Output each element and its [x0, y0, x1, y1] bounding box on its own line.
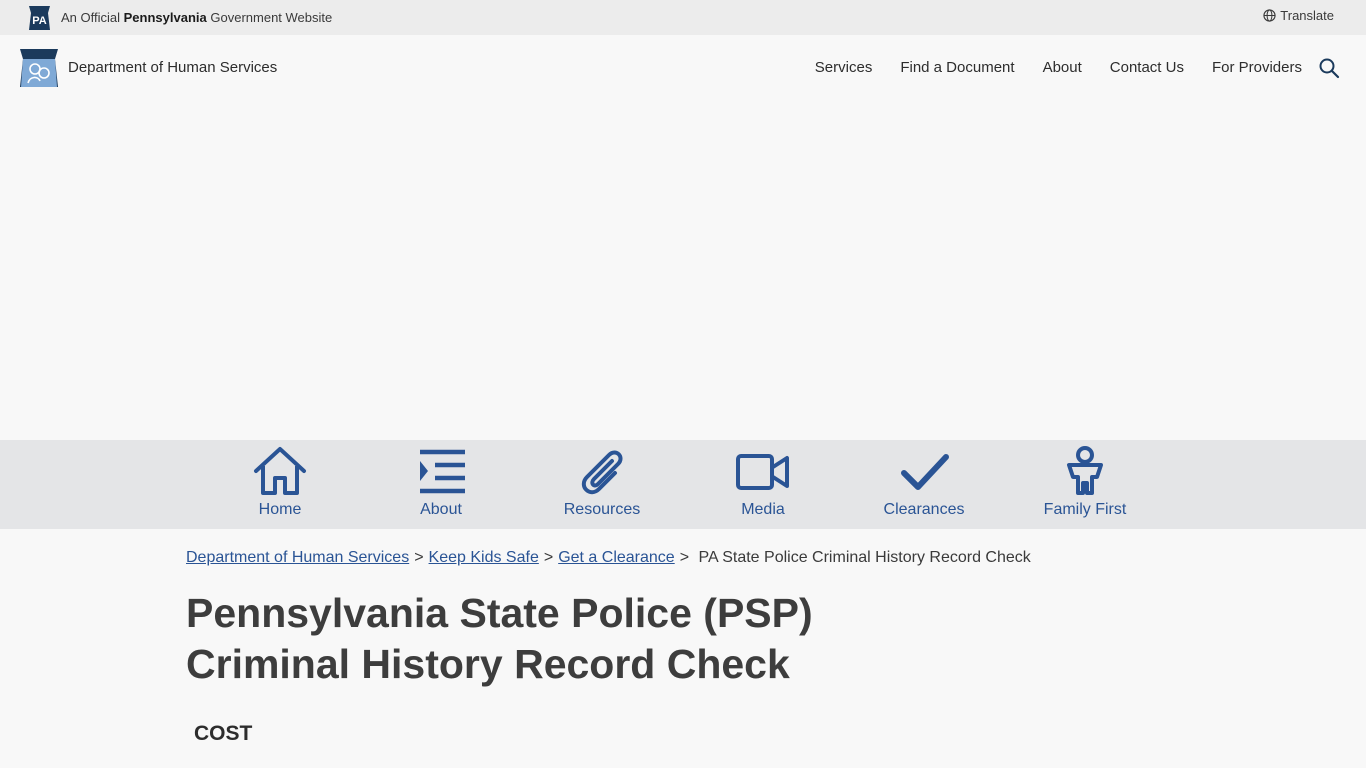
- official-site-bar: PA An Official Pennsylvania Government W…: [0, 0, 1366, 35]
- quicklink-label: About: [420, 501, 462, 518]
- nav-services[interactable]: Services: [815, 59, 873, 76]
- list-icon: [420, 449, 465, 494]
- breadcrumb-separator: >: [679, 549, 690, 566]
- site-name[interactable]: Department of Human Services: [68, 59, 277, 76]
- main-nav: Services Find a Document About Contact U…: [815, 59, 1302, 76]
- quicklink-resources[interactable]: Resources: [532, 440, 672, 529]
- site-header: Department of Human Services Services Fi…: [0, 35, 1366, 101]
- breadcrumb-separator: >: [414, 549, 424, 566]
- quicklink-label: Family First: [1043, 501, 1127, 518]
- quicklink-home[interactable]: Home: [210, 440, 350, 529]
- dhs-logo-icon[interactable]: [18, 47, 60, 89]
- quicklink-label: Home: [258, 501, 302, 518]
- nav-contact-us[interactable]: Contact Us: [1110, 59, 1184, 76]
- quicklink-label: Resources: [563, 501, 641, 518]
- globe-icon: [1263, 9, 1276, 22]
- breadcrumb-link-keep-kids-safe[interactable]: Keep Kids Safe: [429, 549, 539, 566]
- breadcrumb-separator: >: [543, 549, 554, 566]
- person-icon: [1067, 446, 1103, 495]
- video-camera-icon: [736, 454, 789, 490]
- breadcrumb-link-get-a-clearance[interactable]: Get a Clearance: [558, 549, 675, 566]
- quicklink-label: Media: [741, 501, 785, 518]
- quicklink-about[interactable]: About: [371, 440, 511, 529]
- checkmark-icon: [901, 454, 949, 490]
- official-website-text: An Official Pennsylvania Government Webs…: [61, 10, 332, 25]
- nav-about[interactable]: About: [1043, 59, 1082, 76]
- section-heading-cost: COST: [194, 722, 253, 745]
- page-title-line1: Pennsylvania State Police (PSP): [186, 590, 813, 636]
- home-icon: [254, 447, 306, 495]
- quicklink-family-first[interactable]: Family First: [1015, 440, 1155, 529]
- breadcrumb-link-dhs[interactable]: Department of Human Services: [186, 549, 409, 566]
- nav-for-providers[interactable]: For Providers: [1212, 59, 1302, 76]
- translate-label: Translate: [1280, 8, 1334, 23]
- breadcrumb-current: PA State Police Criminal History Record …: [698, 549, 1031, 566]
- official-prefix: An Official: [61, 10, 121, 25]
- nav-find-a-document[interactable]: Find a Document: [900, 59, 1014, 76]
- quicklink-clearances[interactable]: Clearances: [854, 440, 994, 529]
- svg-text:PA: PA: [32, 15, 47, 27]
- quicklink-label: Clearances: [883, 501, 965, 518]
- translate-button[interactable]: Translate: [1263, 8, 1334, 23]
- quicklinks-bar: Home About Resources Media Clearances Fa…: [0, 440, 1366, 529]
- paperclip-icon: [581, 450, 623, 495]
- page-title-line2: Criminal History Record Check: [186, 641, 790, 687]
- quicklink-media[interactable]: Media: [693, 440, 833, 529]
- official-state: Pennsylvania: [123, 10, 207, 25]
- search-icon[interactable]: [1318, 57, 1340, 79]
- pa-keystone-icon: PA: [29, 6, 50, 30]
- breadcrumb: Department of Human Services > Keep Kids S…: [186, 549, 1031, 567]
- page-title: Pennsylvania State Police (PSP) Criminal…: [186, 588, 1086, 690]
- official-suffix: Government Website: [210, 10, 333, 25]
